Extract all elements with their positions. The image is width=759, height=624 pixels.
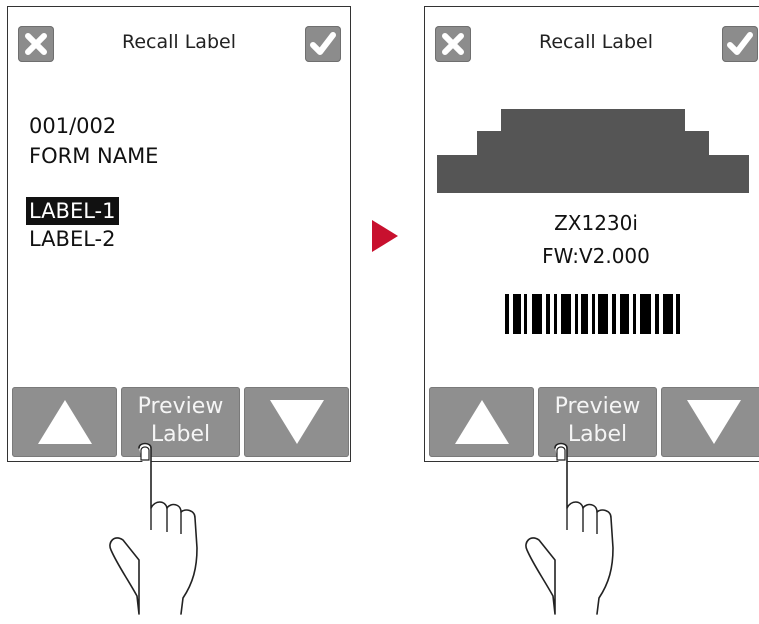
label-preview-graphic [437, 109, 749, 193]
barcode-graphic [505, 294, 680, 334]
label-item-1[interactable]: LABEL-1 [26, 197, 119, 225]
pointing-hand-icon [109, 442, 198, 615]
screen-recall-label-list: Recall Label 001/002 FORM NAME LABEL-1 L… [7, 6, 351, 462]
preview-label-line1: Preview [554, 394, 641, 419]
cancel-button[interactable] [18, 26, 54, 62]
pointing-hand-icon [525, 442, 614, 615]
close-icon [25, 33, 47, 55]
scroll-down-button[interactable] [661, 387, 759, 457]
triangle-down-icon [269, 400, 324, 444]
screen-label-preview: Recall Label ZX1230i FW:V2.000 Preview L… [424, 6, 759, 462]
scroll-down-button[interactable] [244, 387, 349, 457]
right-arrow-icon [372, 220, 398, 252]
label-list: LABEL-1 LABEL-2 [26, 197, 119, 253]
close-icon [442, 33, 464, 55]
check-icon [727, 32, 753, 55]
triangle-down-icon [686, 400, 741, 444]
confirm-button[interactable] [305, 26, 341, 62]
printer-model: ZX1230i [554, 211, 638, 235]
label-item-2[interactable]: LABEL-2 [26, 225, 119, 253]
cancel-button[interactable] [435, 26, 471, 62]
form-name: FORM NAME [29, 144, 159, 168]
screen-title: Recall Label [539, 31, 653, 53]
triangle-up-icon [37, 400, 92, 444]
screen-title: Recall Label [122, 31, 236, 53]
check-icon [310, 32, 336, 55]
preview-label-line1: Preview [137, 394, 224, 419]
confirm-button[interactable] [722, 26, 758, 62]
firmware-version: FW:V2.000 [542, 244, 650, 268]
triangle-up-icon [454, 400, 509, 444]
record-counter: 001/002 [29, 114, 117, 138]
form-info: 001/002 FORM NAME [29, 111, 158, 171]
